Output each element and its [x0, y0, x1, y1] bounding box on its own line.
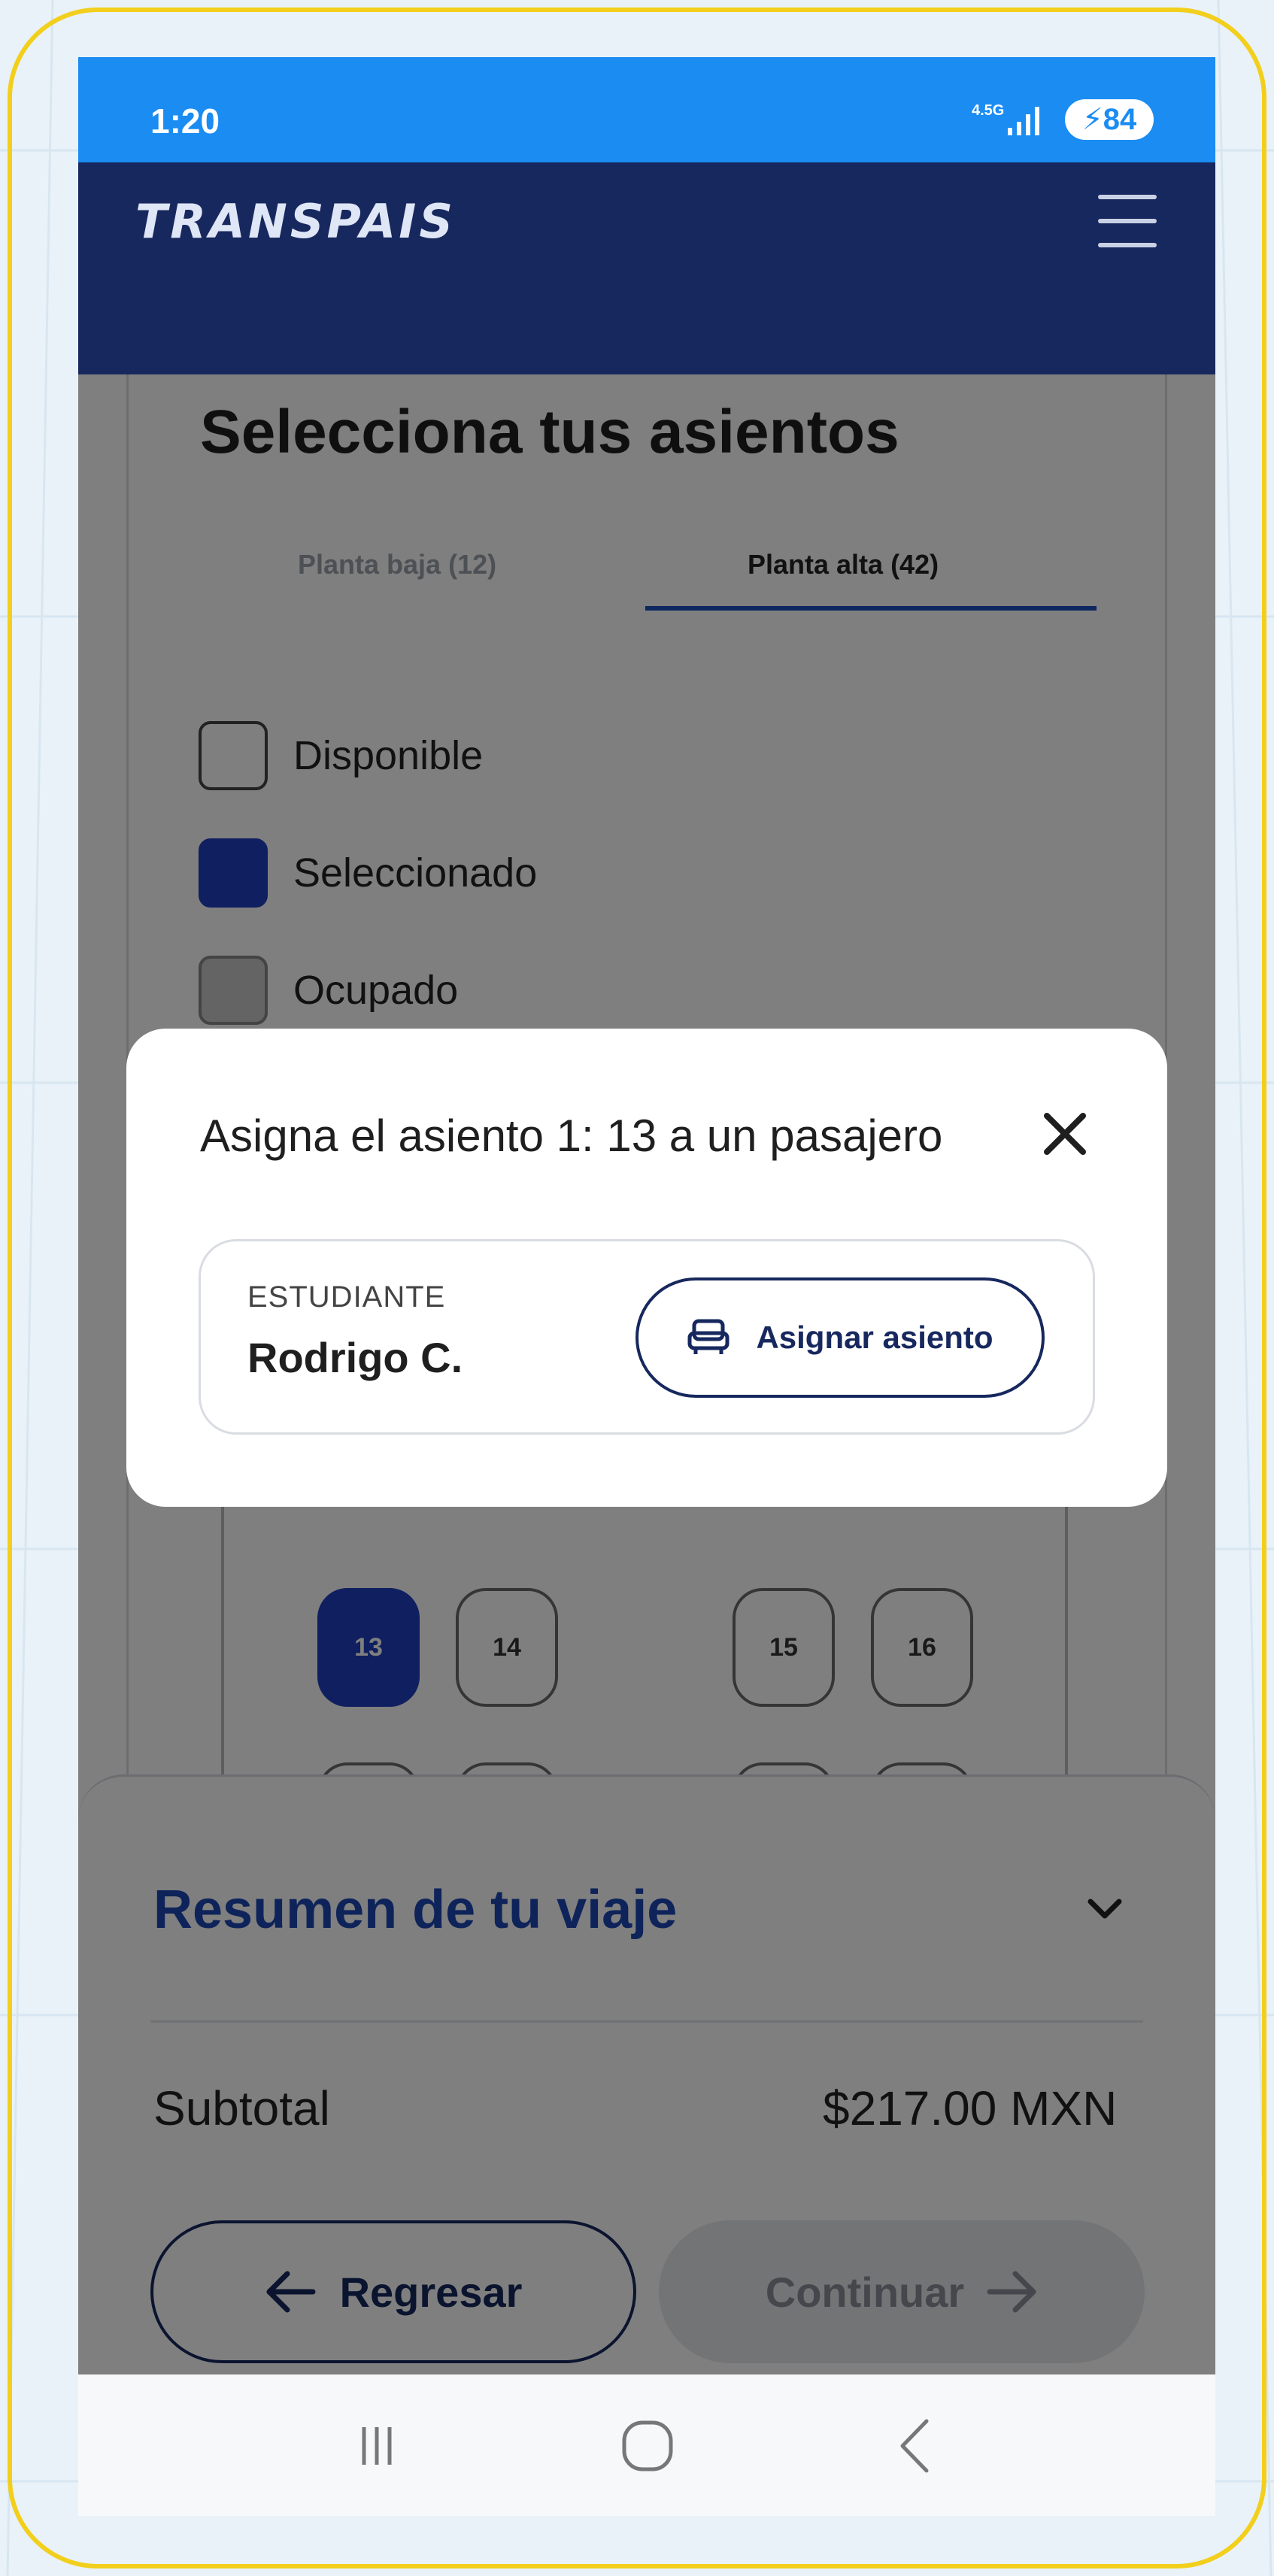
- recent-apps-icon[interactable]: [343, 2412, 411, 2480]
- passenger-card: ESTUDIANTE Rodrigo C. Asignar asiento: [199, 1239, 1095, 1435]
- seat-icon: [687, 1319, 730, 1354]
- back-nav-icon[interactable]: [883, 2412, 951, 2480]
- battery-level: 84: [1103, 102, 1137, 136]
- phone-screen: 1:20 4.5G ⚡ 84 TRANSPAIS Selecciona tus …: [78, 57, 1215, 2516]
- charging-icon: ⚡: [1081, 103, 1103, 136]
- battery-icon: ⚡ 84: [1065, 99, 1154, 140]
- status-time: 1:20: [150, 102, 220, 141]
- assign-seat-dialog: Asigna el asiento 1: 13 a un pasajero ES…: [126, 1029, 1167, 1507]
- assign-seat-label: Asignar asiento: [756, 1320, 993, 1355]
- system-navigation-bar: [78, 2374, 1215, 2516]
- dialog-title: Asigna el asiento 1: 13 a un pasajero: [200, 1111, 943, 1161]
- network-type: 4.5G: [972, 102, 1005, 119]
- passenger-name: Rodrigo C.: [247, 1334, 463, 1381]
- brand-logo[interactable]: TRANSPAIS: [135, 194, 456, 249]
- signal-icon: [1008, 107, 1039, 135]
- status-bar: 1:20 4.5G ⚡ 84: [78, 57, 1215, 162]
- close-icon[interactable]: [1036, 1105, 1094, 1162]
- home-icon[interactable]: [614, 2412, 681, 2480]
- passenger-type: ESTUDIANTE: [247, 1280, 446, 1314]
- hamburger-menu-icon[interactable]: [1098, 195, 1157, 247]
- assign-seat-button[interactable]: Asignar asiento: [635, 1277, 1045, 1398]
